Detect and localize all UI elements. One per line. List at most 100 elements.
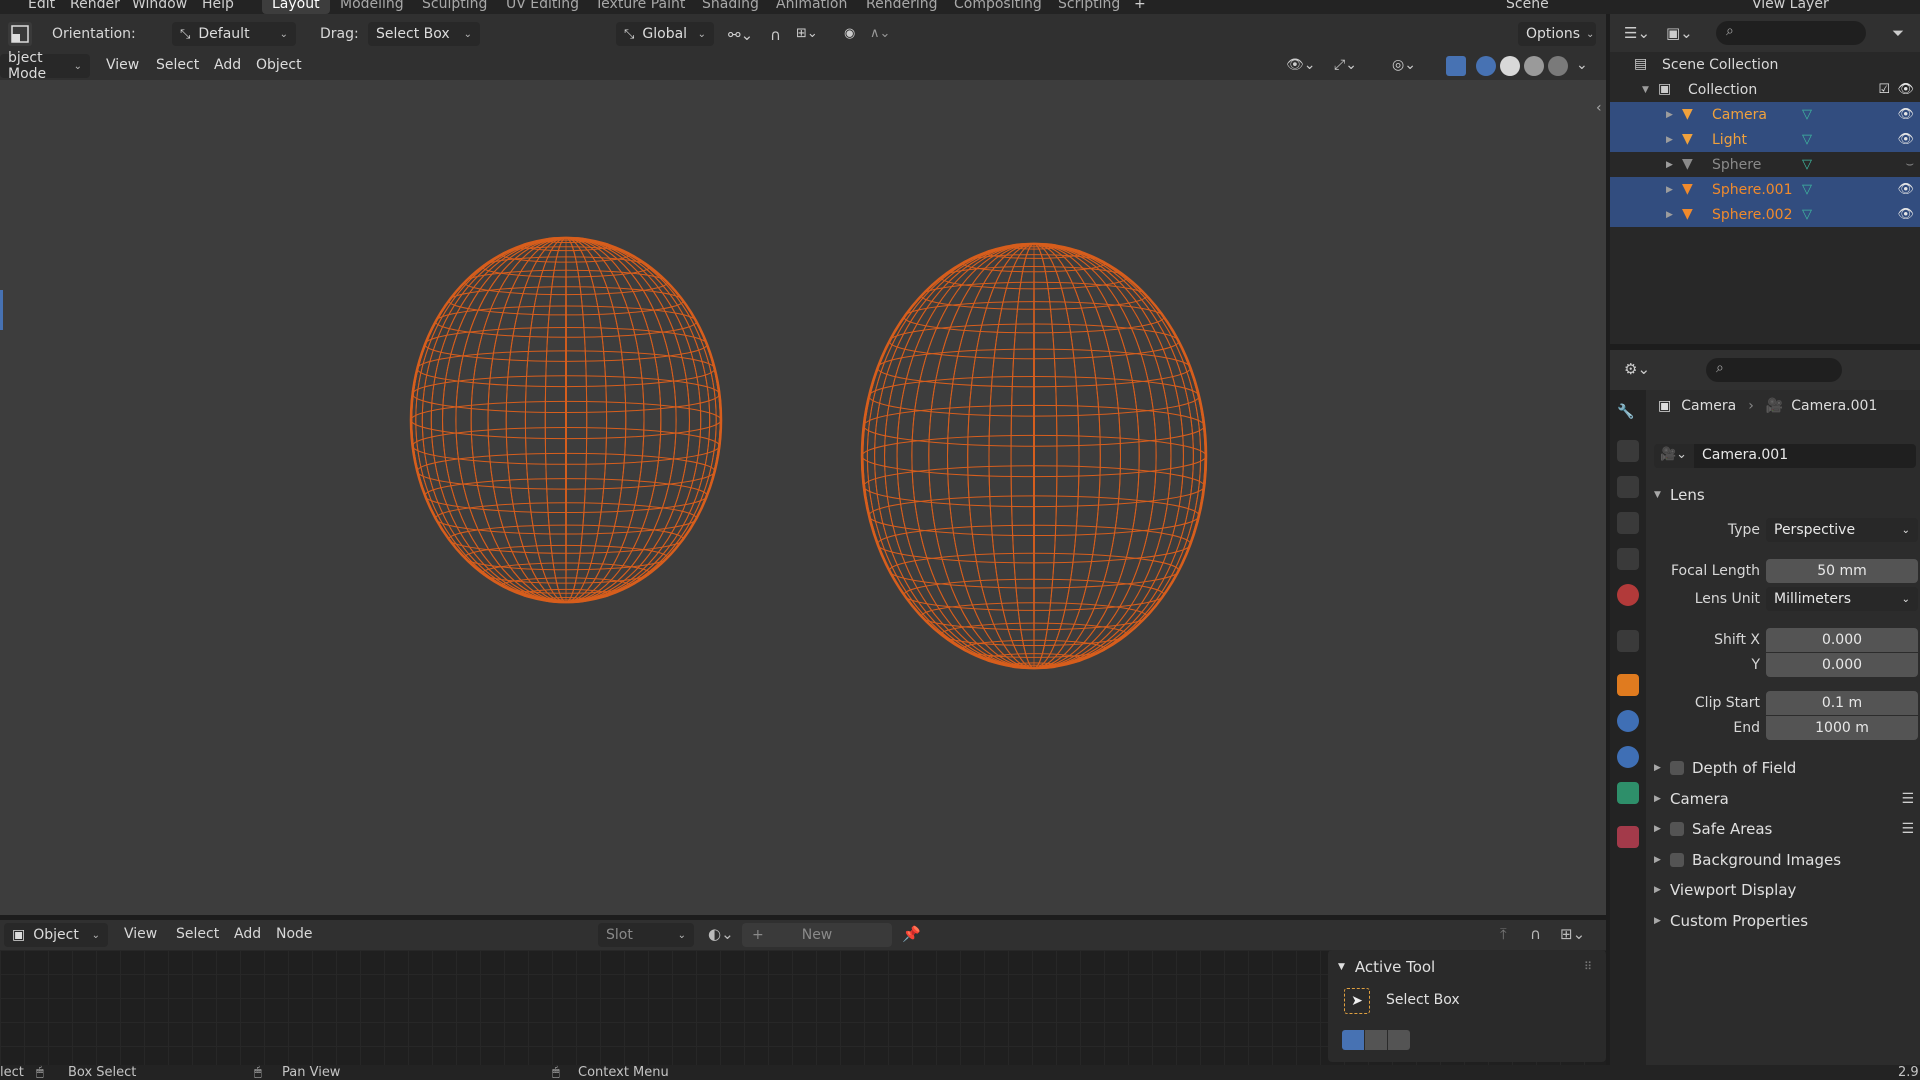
expand-arrow-icon[interactable]: ▶ xyxy=(1666,110,1673,120)
tab-shading[interactable]: Shading xyxy=(692,0,769,14)
slot-dropdown[interactable]: Slot ⌄ xyxy=(598,923,694,947)
panel-checkbox[interactable] xyxy=(1670,822,1684,836)
focal-length-field[interactable]: 50 mm xyxy=(1766,559,1918,583)
constraint-tab-icon[interactable] xyxy=(1617,746,1639,768)
panel-checkbox[interactable] xyxy=(1670,852,1684,867)
properties-search-input[interactable]: ⌕ xyxy=(1706,358,1842,382)
filter-funnel-icon[interactable]: ⏷ xyxy=(1892,24,1904,42)
view-layer-tab-icon[interactable] xyxy=(1617,512,1639,534)
tab-layout[interactable]: Layout xyxy=(262,0,330,14)
shader-type-dropdown[interactable]: ▣ Object ⌄ xyxy=(4,923,108,947)
shift-x-field[interactable]: 0.000 xyxy=(1766,628,1918,652)
collection-tab-icon[interactable] xyxy=(1617,630,1639,652)
eye-icon[interactable]: ⌣ xyxy=(1905,157,1914,172)
orientation-dropdown[interactable]: ⤡ Default ⌄ xyxy=(172,22,296,46)
outliner-search-input[interactable]: ⌕ xyxy=(1716,21,1866,45)
mode-extend-selection-icon[interactable] xyxy=(1365,1030,1387,1050)
scene-selector[interactable]: Scene xyxy=(1506,0,1549,12)
list-presets-icon[interactable]: ☰ xyxy=(1901,821,1914,837)
checkbox-icon[interactable]: ☑ xyxy=(1878,82,1890,97)
outliner-item[interactable]: ▶ ▼ Light ▽ 👁 xyxy=(1610,127,1920,152)
eye-icon[interactable]: 👁 xyxy=(1897,107,1914,122)
drag-handle-icon[interactable]: ⠿ xyxy=(1584,960,1592,973)
properties-subpanel[interactable]: ▶ Safe Areas ☰ xyxy=(1654,815,1920,843)
select-box-tool-icon[interactable]: ➤ xyxy=(1344,988,1370,1014)
mode-new-selection-icon[interactable] xyxy=(1342,1030,1364,1050)
tab-modeling[interactable]: Modeling xyxy=(330,0,414,14)
properties-subpanel[interactable]: ▶ Depth of Field xyxy=(1654,754,1920,782)
menu-help[interactable]: Help xyxy=(202,0,234,12)
viewport-menu-object[interactable]: Object xyxy=(256,57,302,73)
tab-sculpting[interactable]: Sculpting xyxy=(412,0,497,14)
scene-tab-icon[interactable] xyxy=(1617,548,1639,570)
tab-animation[interactable]: Animation xyxy=(766,0,857,14)
eye-icon[interactable]: 👁 xyxy=(1897,182,1914,197)
display-mode-icon[interactable]: ☰⌄ xyxy=(1624,24,1650,42)
wireframe-shading-icon[interactable] xyxy=(1476,56,1496,76)
proportional-edit-icon[interactable]: ◉ xyxy=(844,26,855,41)
properties-subpanel[interactable]: ▶ Background Images xyxy=(1654,846,1920,874)
view-layer-selector[interactable]: View Layer xyxy=(1752,0,1829,12)
panel-checkbox[interactable] xyxy=(1670,761,1684,775)
snap-icon[interactable]: ∩ xyxy=(1530,925,1541,943)
snap-increment-icon[interactable]: ⊞⌄ xyxy=(796,26,818,41)
falloff-curve-icon[interactable]: ∧⌄ xyxy=(870,26,890,41)
expand-arrow-icon[interactable]: ▶ xyxy=(1666,210,1673,220)
mode-subtract-selection-icon[interactable] xyxy=(1388,1030,1410,1050)
pivot-icon[interactable]: ⚯⌄ xyxy=(728,26,753,44)
filter-view-icon[interactable]: ▣⌄ xyxy=(1666,24,1693,42)
eye-icon[interactable]: 👁 xyxy=(1897,207,1914,222)
new-material-button[interactable]: + New xyxy=(742,923,892,947)
expand-arrow-icon[interactable]: ▶ xyxy=(1666,135,1673,145)
output-tab-icon[interactable] xyxy=(1617,476,1639,498)
world-tab-icon[interactable] xyxy=(1617,584,1639,606)
menu-edit[interactable]: Edit xyxy=(28,0,55,12)
gizmo-icon[interactable]: ⤢⌄ xyxy=(1334,57,1357,73)
snap-magnet-icon[interactable]: ∩ xyxy=(770,26,781,44)
visibility-eye-icon[interactable]: 👁⌄ xyxy=(1286,57,1316,73)
render-tab-icon[interactable] xyxy=(1617,440,1639,462)
clip-end-field[interactable]: 1000 m xyxy=(1766,716,1918,740)
tab-rendering[interactable]: Rendering xyxy=(856,0,948,14)
outliner-item[interactable]: ▶ ▼ Sphere.002 ▽ 👁 xyxy=(1610,202,1920,227)
mode-dropdown[interactable]: bject Mode ⌄ xyxy=(0,50,90,82)
tab-uv-editing[interactable]: UV Editing xyxy=(496,0,589,14)
parent-node-tree-icon[interactable]: ⤒ xyxy=(1500,925,1507,943)
outliner-item[interactable]: ▶ ▼ Sphere ▽ ⌣ xyxy=(1610,152,1920,177)
shift-y-field[interactable]: 0.000 xyxy=(1766,653,1918,677)
sidebar-toggle-icon[interactable]: ‹ xyxy=(1596,100,1602,116)
lens-type-dropdown[interactable]: Perspective ⌄ xyxy=(1766,518,1918,542)
xray-toggle-icon[interactable] xyxy=(1446,56,1466,76)
properties-subpanel[interactable]: ▶ Camera ☰ xyxy=(1654,785,1920,813)
tool-tab-icon[interactable]: 🔧 xyxy=(1617,404,1639,426)
properties-subpanel[interactable]: ▶ Viewport Display xyxy=(1654,876,1920,904)
datablock-name-field[interactable]: Camera.001 xyxy=(1694,444,1916,468)
tab-texture-paint[interactable]: Texture Paint xyxy=(585,0,695,14)
3d-viewport[interactable]: ‹ xyxy=(0,80,1606,915)
clip-start-field[interactable]: 0.1 m xyxy=(1766,691,1918,715)
list-presets-icon[interactable]: ☰ xyxy=(1901,791,1914,807)
menu-window[interactable]: Window xyxy=(132,0,187,12)
editor-type-icon[interactable]: ⚙⌄ xyxy=(1624,360,1650,378)
snap-element-icon[interactable]: ⊞⌄ xyxy=(1560,925,1585,943)
tab-compositing[interactable]: Compositing xyxy=(944,0,1052,14)
rendered-shading-icon[interactable] xyxy=(1548,56,1568,76)
shader-menu-select[interactable]: Select xyxy=(176,926,219,942)
modifier-tab-icon[interactable] xyxy=(1617,710,1639,732)
object-tab-icon[interactable] xyxy=(1617,674,1639,696)
drag-dropdown[interactable]: Select Box ⌄ xyxy=(368,22,480,46)
solid-shading-icon[interactable] xyxy=(1500,56,1520,76)
collapse-arrow-icon[interactable]: ▼ xyxy=(1642,85,1649,95)
lens-unit-dropdown[interactable]: Millimeters ⌄ xyxy=(1766,587,1918,611)
texture-tab-icon[interactable] xyxy=(1617,826,1639,848)
outliner-item[interactable]: ▶ ▼ Sphere.001 ▽ 👁 xyxy=(1610,177,1920,202)
outliner-collection[interactable]: ▼ ▣ Collection ☑ 👁 xyxy=(1610,77,1920,102)
transform-orientation-dropdown[interactable]: ⤡ Global ⌄ xyxy=(616,22,714,46)
viewport-menu-add[interactable]: Add xyxy=(214,57,241,73)
shader-menu-node[interactable]: Node xyxy=(276,926,313,942)
options-dropdown[interactable]: Options ⌄ xyxy=(1518,22,1596,46)
material-sphere-icon[interactable]: ◐⌄ xyxy=(708,925,734,943)
select-tool-icon[interactable] xyxy=(8,22,32,46)
menu-render[interactable]: Render xyxy=(70,0,120,12)
camera-data-tab-icon[interactable] xyxy=(1617,782,1639,804)
